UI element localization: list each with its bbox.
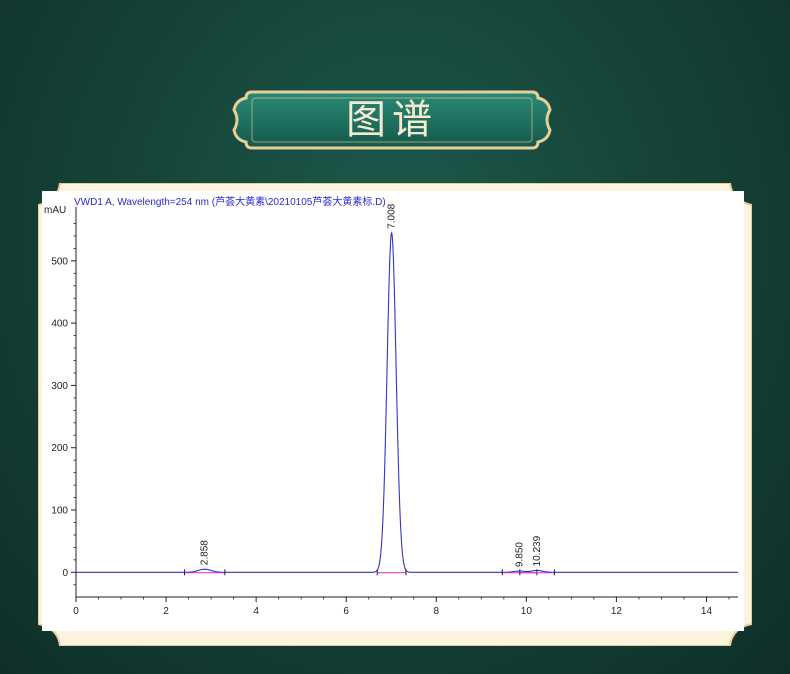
y-tick-label: 200 <box>51 443 68 454</box>
x-tick-label: 8 <box>433 606 439 617</box>
page-title: 图谱 <box>346 97 438 143</box>
chart-frame: VWD1 A, Wavelength=254 nm (芦荟大黄素\2021010… <box>38 183 752 646</box>
y-tick-label: 100 <box>51 506 68 517</box>
peak-label: 9.850 <box>515 542 526 567</box>
peak-label: 7.008 <box>387 203 398 228</box>
chromatogram: VWD1 A, Wavelength=254 nm (芦荟大黄素\2021010… <box>42 191 744 631</box>
y-tick-label: 0 <box>62 568 68 579</box>
title-banner: 图谱 <box>230 88 554 152</box>
x-tick-label: 2 <box>163 606 169 617</box>
x-tick-label: 4 <box>253 606 259 617</box>
chromatogram-plot: 0 100 200 300 400 500 mAU 0 2 4 6 8 10 12 14 2.858 7.008… <box>44 203 738 617</box>
x-tick-label: 14 <box>701 606 713 617</box>
x-tick-label: 10 <box>521 606 533 617</box>
x-tick-label: 12 <box>611 606 623 617</box>
chart-header: VWD1 A, Wavelength=254 nm (芦荟大黄素\2021010… <box>74 197 386 208</box>
y-tick-label: 300 <box>51 381 68 392</box>
x-tick-label: 6 <box>343 606 349 617</box>
y-tick-label: 500 <box>51 256 68 267</box>
y-axis-label: mAU <box>44 205 66 216</box>
peak-label: 10.239 <box>532 535 543 566</box>
x-tick-label: 0 <box>73 606 79 617</box>
y-tick-label: 400 <box>51 319 68 330</box>
peak-label: 2.858 <box>200 540 211 565</box>
signal-trace <box>76 231 738 573</box>
